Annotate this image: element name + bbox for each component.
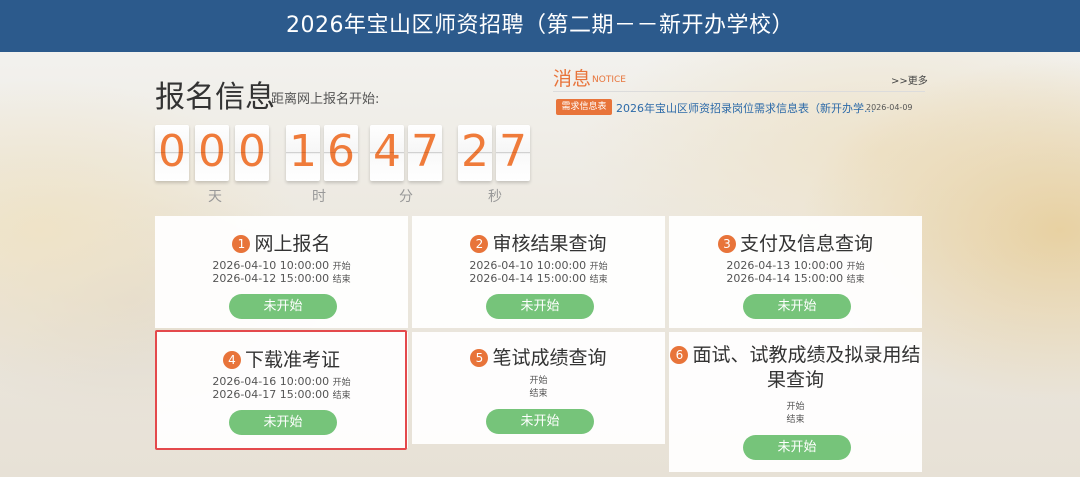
step-number-badge: 2 [470, 235, 489, 253]
step-number-badge: 6 [670, 346, 689, 364]
countdown-unit-second: 秒 [488, 189, 502, 205]
step-status-button[interactable]: 未开始 [743, 294, 851, 319]
step-title: 6 面试、试教成绩及拟录用结 果查询 [669, 343, 922, 393]
step-title-text-line2: 果查询 [766, 369, 824, 391]
countdown-digit-minute: 7 [408, 125, 442, 181]
step-number-badge: 3 [717, 235, 736, 253]
page-header: 2026年宝山区师资招聘（第二期－－新开办学校） [0, 0, 1080, 52]
step-status-button[interactable]: 未开始 [743, 435, 851, 460]
step-title: 3 支付及信息查询 [669, 229, 922, 256]
countdown-unit-minute: 分 [399, 189, 413, 205]
step-end-time: 2026-04-14 15:00:00 结束 [469, 272, 608, 285]
step-title-text: 支付及信息查询 [739, 233, 873, 255]
countdown-digit-day: 0 [195, 125, 229, 181]
countdown-digit-second: 2 [458, 125, 492, 181]
step-status-button[interactable]: 未开始 [486, 409, 594, 434]
notice-item-date: 2026-04-09 [866, 103, 913, 112]
notice-more-link[interactable]: >>更多 [891, 72, 928, 87]
step-end-time: 结束 [529, 389, 548, 399]
notice-title: 消息 [553, 68, 592, 90]
notice-divider [553, 91, 925, 92]
step-end-time: 2026-04-14 15:00:00 结束 [726, 272, 865, 285]
countdown-digit-day: 0 [155, 125, 189, 181]
notice-title-en: NOTICE [592, 75, 626, 85]
step-card-online-registration: 1 网上报名 2026-04-10 10:00:00 开始 2026-04-12 … [155, 216, 408, 328]
countdown-digit-day: 0 [235, 125, 269, 181]
highlight-box [155, 330, 407, 450]
step-start-time: 开始 [529, 376, 548, 386]
step-card-payment: 3 支付及信息查询 2026-04-13 10:00:00 开始 2026-04-… [669, 216, 922, 328]
countdown-digit-hour: 6 [324, 125, 358, 181]
step-number-badge: 1 [232, 235, 251, 253]
step-title: 1 网上报名 [155, 229, 408, 256]
registration-title: 报名信息 [155, 80, 275, 115]
step-title-text: 面试、试教成绩及拟录用结 [692, 344, 921, 366]
notice-item-link[interactable]: 2026年宝山区师资招录岗位需求信息表（新开办学... [616, 100, 874, 116]
step-end-time: 结束 [786, 415, 805, 425]
countdown-digit-second: 7 [496, 125, 530, 181]
countdown-digit-hour: 1 [286, 125, 320, 181]
step-title: 2 审核结果查询 [412, 229, 665, 256]
step-title-text: 审核结果查询 [492, 233, 607, 255]
countdown-digit-minute: 4 [370, 125, 404, 181]
countdown-unit-day: 天 [208, 189, 222, 205]
step-title-text: 笔试成绩查询 [492, 347, 607, 369]
registration-subtitle: 距离网上报名开始: [271, 92, 380, 107]
step-start-time: 开始 [786, 402, 805, 412]
step-status-button[interactable]: 未开始 [486, 294, 594, 319]
step-title: 5 笔试成绩查询 [412, 343, 665, 370]
notice-item-tag: 需求信息表 [556, 99, 612, 115]
step-card-written-score: 5 笔试成绩查询 开始 结束 未开始 [412, 332, 665, 444]
step-title-text: 网上报名 [254, 233, 331, 255]
step-card-review-result: 2 审核结果查询 2026-04-10 10:00:00 开始 2026-04-1… [412, 216, 665, 328]
step-end-time: 2026-04-12 15:00:00 结束 [212, 272, 351, 285]
step-card-interview-result: 6 面试、试教成绩及拟录用结 果查询 开始 结束 未开始 [669, 332, 922, 472]
step-status-button[interactable]: 未开始 [229, 294, 337, 319]
page-title: 2026年宝山区师资招聘（第二期－－新开办学校） [286, 13, 794, 38]
step-number-badge: 5 [470, 349, 489, 367]
countdown-unit-hour: 时 [312, 189, 326, 205]
